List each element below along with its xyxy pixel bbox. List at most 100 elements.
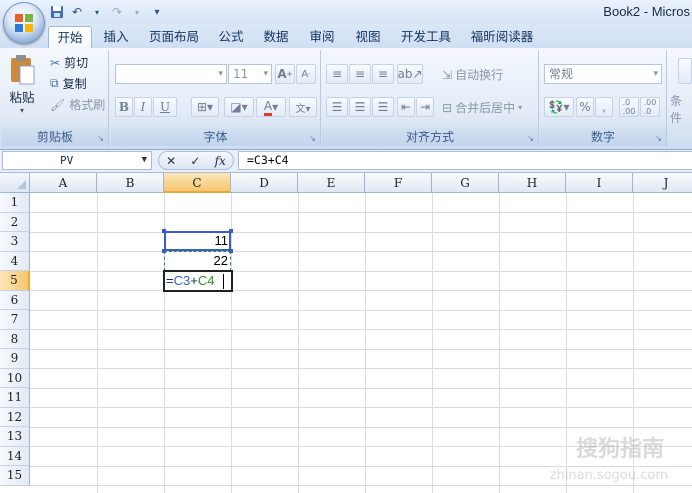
comma-button[interactable]: , [595,97,613,117]
row-header-10[interactable]: 10 [0,368,30,388]
row-header-3[interactable]: 3 [0,232,30,252]
cancel-icon[interactable]: ✕ [166,154,176,168]
increase-indent-icon[interactable]: ⇥ [416,97,434,117]
tab-insert[interactable]: 插入 [96,26,136,48]
column-header-a[interactable]: A [30,173,97,193]
orientation-icon[interactable]: ab↗ [397,64,423,84]
merge-center-button[interactable]: ⊟ 合并后居中 ▾ [442,99,522,116]
copy-button[interactable]: ⧉ 复制 [50,75,87,92]
row-header-2[interactable]: 2 [0,212,30,232]
redo-icon[interactable]: ↷ [108,3,126,21]
row-header-5[interactable]: 5 [0,271,30,291]
percent-button[interactable]: % [576,97,594,117]
copy-icon: ⧉ [50,76,59,90]
dropdown-arrow-icon[interactable]: ▼ [142,152,147,169]
underline-button[interactable]: U [153,97,177,117]
font-color-icon[interactable]: A ▾ [256,97,286,117]
align-left-icon[interactable]: ☰ [326,97,348,117]
align-top-icon[interactable]: ≡ [326,64,348,84]
row-header-6[interactable]: 6 [0,290,30,310]
number-format-combo[interactable]: 常规 ▾ [544,64,662,84]
conditional-format-label[interactable]: 条件 [670,92,692,126]
row-header-1[interactable]: 1 [0,193,30,213]
column-header-f[interactable]: F [365,173,432,193]
paste-button[interactable]: 粘贴 ▾ [8,54,36,115]
number-group: 常规 ▾ 💱▾ % , .0.00 .00.0 数字 ↘ [540,50,667,147]
tab-page-layout[interactable]: 页面布局 [142,26,206,48]
column-header-j[interactable]: J [633,173,692,193]
dropdown-arrow-icon: ▾ [653,69,658,79]
dropdown-arrow-icon[interactable]: ▾ [128,3,146,21]
row-header-4[interactable]: 4 [0,251,30,271]
customize-qat-icon[interactable]: ▾ [148,3,166,21]
clipboard-group: 粘贴 ▾ ✂ 剪切 ⧉ 复制 🖌 格式刷 剪贴板 ↘ [2,50,109,147]
font-size-combo[interactable]: 11 ▾ [228,64,272,84]
save-icon[interactable] [48,3,66,21]
font-name-combo[interactable]: ▾ [115,64,227,84]
office-button[interactable] [3,2,45,44]
tab-developer[interactable]: 开发工具 [394,26,458,48]
row-header-11[interactable]: 11 [0,388,30,408]
dialog-launcher-icon[interactable]: ↘ [97,134,104,143]
resize-handle[interactable] [162,229,166,233]
insert-function-icon[interactable]: fx [215,154,226,168]
decrease-indent-icon[interactable]: ⇤ [397,97,415,117]
fill-color-icon[interactable]: ◪▾ [224,97,254,117]
decrease-decimal-icon[interactable]: .00.0 [640,97,660,117]
shrink-font-icon[interactable]: A- [296,64,316,84]
borders-icon[interactable]: ⊞▾ [191,97,219,117]
row-header-15[interactable]: 15 [0,466,30,486]
align-middle-icon[interactable]: ≡ [349,64,371,84]
phonetic-icon[interactable]: 文▾ [289,97,317,117]
row-header-13[interactable]: 13 [0,427,30,447]
bold-button[interactable]: B [115,97,133,117]
formula-bar: PV ▼ ✕ ✓ fx =C3+C4 [0,150,692,173]
tab-foxit-reader[interactable]: 福昕阅读器 [464,26,540,48]
paintbrush-icon: 🖌 [50,97,66,112]
column-header-g[interactable]: G [432,173,499,193]
wrap-text-button[interactable]: ⇲ 自动换行 [442,66,503,83]
select-all-corner[interactable] [0,173,30,193]
increase-decimal-icon[interactable]: .0.00 [619,97,639,117]
column-header-i[interactable]: I [566,173,633,193]
tab-formulas[interactable]: 公式 [212,26,250,48]
watermark-logo: 搜狗指南 [575,437,664,462]
row-header-9[interactable]: 9 [0,349,30,369]
format-painter-button[interactable]: 🖌 格式刷 [50,96,105,113]
dialog-launcher-icon[interactable]: ↘ [655,134,662,143]
resize-handle[interactable] [229,229,233,233]
cell-c5-editing[interactable]: =C3+C4 [163,270,233,292]
italic-button[interactable]: I [134,97,152,117]
align-bottom-icon[interactable]: ≡ [372,64,394,84]
column-header-c[interactable]: C [164,173,231,193]
tab-view[interactable]: 视图 [348,26,388,48]
alignment-group-label: 对齐方式 [322,128,538,146]
column-header-e[interactable]: E [298,173,365,193]
dialog-launcher-icon[interactable]: ↘ [527,134,534,143]
grow-font-icon[interactable]: A + [275,64,295,84]
dropdown-arrow-icon[interactable]: ▾ [88,3,106,21]
column-header-h[interactable]: H [499,173,566,193]
column-header-b[interactable]: B [97,173,164,193]
row-header-14[interactable]: 14 [0,446,30,466]
undo-icon[interactable]: ↶ [68,3,86,21]
row-header-12[interactable]: 12 [0,407,30,427]
name-box[interactable]: PV ▼ [2,151,152,170]
tab-home[interactable]: 开始 [48,26,92,49]
row-header-7[interactable]: 7 [0,310,30,330]
row-header-8[interactable]: 8 [0,329,30,349]
column-header-d[interactable]: D [231,173,298,193]
tab-review[interactable]: 审阅 [302,26,342,48]
align-center-icon[interactable]: ☰ [349,97,371,117]
dialog-launcher-icon[interactable]: ↘ [309,134,316,143]
cut-button[interactable]: ✂ 剪切 [50,54,88,71]
conditional-format-icon[interactable] [678,58,692,84]
tab-data[interactable]: 数据 [256,26,296,48]
enter-icon[interactable]: ✓ [190,154,200,168]
align-right-icon[interactable]: ☰ [372,97,394,117]
currency-icon[interactable]: 💱▾ [544,97,574,117]
paste-dropdown-icon[interactable]: ▾ [20,106,24,115]
formula-input[interactable]: =C3+C4 [238,151,692,170]
worksheet-grid[interactable]: A B C D E F G H I J 1 2 3 4 5 6 7 8 9 10… [0,173,692,493]
number-group-label: 数字 [540,128,666,146]
